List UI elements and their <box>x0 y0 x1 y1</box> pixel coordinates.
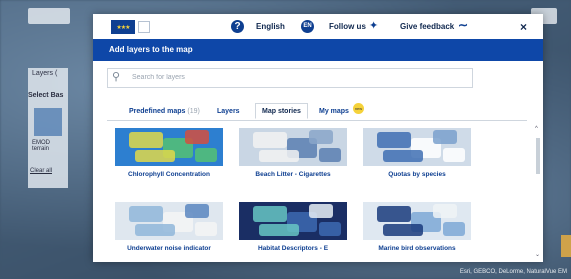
tab-predefined-maps[interactable]: Predefined maps (19) <box>129 108 200 115</box>
smile-icon[interactable]: ∼ <box>458 18 468 32</box>
tab-predefined-maps-label: Predefined maps <box>129 108 186 115</box>
thumb-map-region <box>309 130 333 144</box>
thumb-map-region <box>185 130 209 144</box>
scroll-thumb[interactable] <box>536 138 540 174</box>
background-base-sublabel: terrain <box>32 146 50 152</box>
scroll-down-icon[interactable]: ⌄ <box>535 251 540 258</box>
modal-titlebar: Add layers to the map <box>93 39 543 61</box>
thumb-map-region <box>253 206 287 222</box>
background-select-base: Select Bas <box>28 92 64 99</box>
story-title[interactable]: Marine bird observations <box>357 245 477 252</box>
thumb-map-region <box>253 132 287 148</box>
new-badge: new <box>353 103 364 114</box>
tab-layers[interactable]: Layers <box>217 108 240 115</box>
tab-map-stories[interactable]: Map stories <box>255 103 308 119</box>
underwater-noise-thumb-image <box>115 202 223 240</box>
thumb-map-region <box>259 150 299 162</box>
background-layers-tab: Layers ( <box>32 70 58 77</box>
background-sidebar: Layers ( Select Bas EMOD terrain Clear a… <box>28 68 68 188</box>
thumb-map-region <box>195 222 217 236</box>
eu-flag-icon: ★★★ <box>111 20 135 34</box>
thumb-map-region <box>433 204 457 218</box>
thumb-map-region <box>383 224 423 236</box>
modal-topbar: ★★★ ? English EN Follow us ✦ Give feedba… <box>93 14 543 39</box>
scroll-up-icon[interactable]: ^ <box>535 126 538 132</box>
story-title[interactable]: Underwater noise indicator <box>109 245 229 252</box>
close-button[interactable]: × <box>520 20 527 34</box>
thumb-map-region <box>309 204 333 218</box>
story-thumbnail[interactable] <box>115 128 223 166</box>
grid-scrollbar[interactable]: ^ ⌄ <box>535 124 541 260</box>
story-title[interactable]: Beach Litter - Cigarettes <box>233 171 353 178</box>
story-thumbnail[interactable] <box>363 202 471 240</box>
thumb-map-region <box>135 224 175 236</box>
background-toolbar <box>28 8 70 24</box>
tab-my-maps[interactable]: My maps <box>319 108 349 115</box>
give-feedback-link[interactable]: Give feedback <box>400 22 454 31</box>
marine-bird-thumb-image <box>363 202 471 240</box>
thumb-map-region <box>433 130 457 144</box>
story-thumbnail[interactable] <box>363 128 471 166</box>
thumb-map-region <box>319 148 341 162</box>
tab-bar: Predefined maps (19) Layers Map stories … <box>107 103 527 121</box>
chlorophyll-thumb-image <box>115 128 223 166</box>
background-base-thumb <box>34 108 62 136</box>
habitat-thumb-image <box>239 202 347 240</box>
follow-us-link[interactable]: Follow us <box>329 22 366 31</box>
thumb-map-region <box>129 132 163 148</box>
story-thumbnail[interactable] <box>115 202 223 240</box>
thumb-map-region <box>377 132 411 148</box>
help-icon[interactable]: ? <box>231 20 244 33</box>
story-thumbnail[interactable] <box>239 128 347 166</box>
layer-search-box[interactable]: ⚲ <box>107 68 473 88</box>
map-stories-grid: Chlorophyll Concentration Beach Litter -… <box>107 124 529 260</box>
story-title[interactable]: Chlorophyll Concentration <box>109 171 229 178</box>
thumb-map-region <box>319 222 341 236</box>
thumb-map-region <box>377 206 411 222</box>
story-thumbnail[interactable] <box>239 202 347 240</box>
thumb-map-region <box>259 224 299 236</box>
quotas-thumb-image <box>363 128 471 166</box>
thumb-map-region <box>135 150 175 162</box>
modal-title: Add layers to the map <box>109 45 193 54</box>
language-selector[interactable]: English <box>256 22 285 31</box>
eu-emblem-icon <box>138 21 150 33</box>
map-credits: Esri, GEBCO, DeLorme, NaturalVue EM <box>459 269 567 275</box>
add-layers-modal: ★★★ ? English EN Follow us ✦ Give feedba… <box>93 14 543 262</box>
story-title[interactable]: Quotas by species <box>357 171 477 178</box>
thumb-map-region <box>185 204 209 218</box>
thumb-map-region <box>129 206 163 222</box>
story-title[interactable]: Habitat Descriptors - E <box>233 245 353 252</box>
tab-predefined-maps-count: (19) <box>187 108 200 115</box>
thumb-map-region <box>383 150 423 162</box>
language-code-badge[interactable]: EN <box>301 20 314 33</box>
background-right-thumb <box>561 235 571 257</box>
search-input[interactable] <box>132 71 452 84</box>
thumb-map-region <box>195 148 217 162</box>
beach-litter-thumb-image <box>239 128 347 166</box>
search-icon: ⚲ <box>112 71 121 83</box>
background-clear-all: Clear all <box>30 168 53 174</box>
thumb-map-region <box>443 148 465 162</box>
thumb-map-region <box>443 222 465 236</box>
twitter-bird-icon[interactable]: ✦ <box>369 20 378 32</box>
